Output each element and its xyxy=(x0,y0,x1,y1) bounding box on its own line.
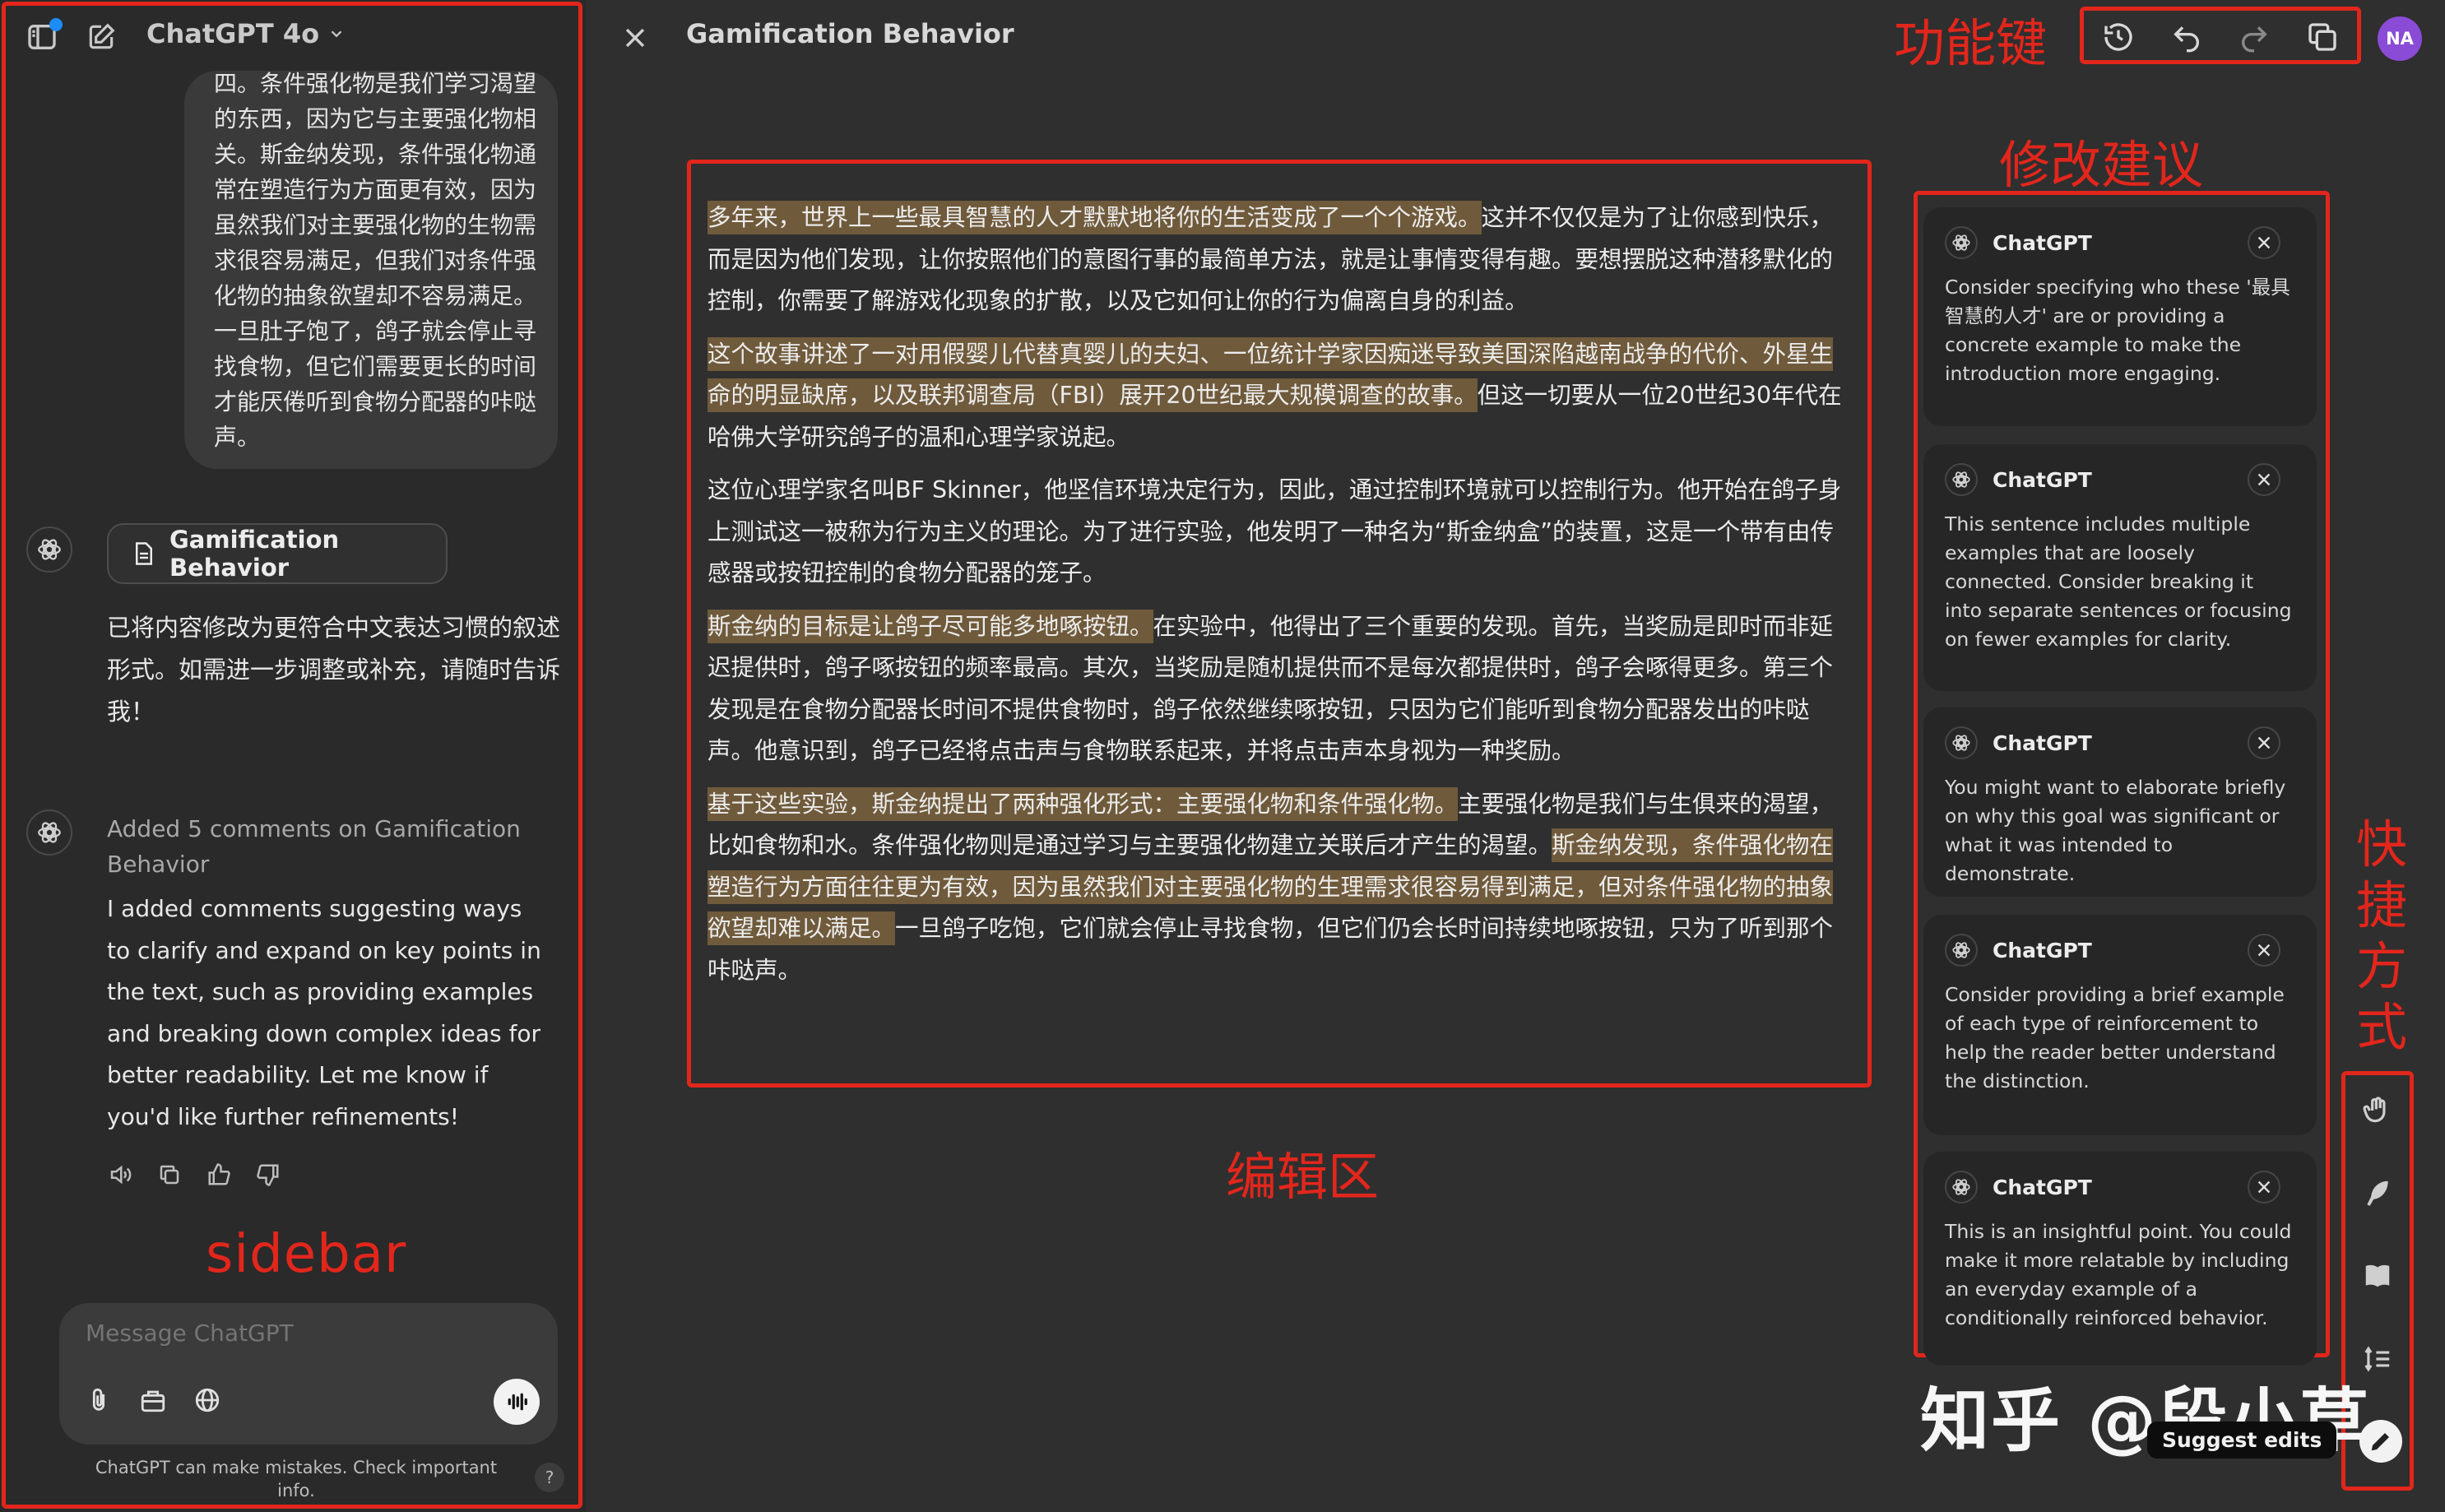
assistant-reply-1: 已将内容修改为更符合中文表达习惯的叙述形式。如需进一步调整或补充，请随时告诉我！ xyxy=(107,614,561,726)
close-canvas-button[interactable] xyxy=(615,18,655,58)
chevron-down-icon xyxy=(327,25,346,43)
help-button[interactable]: ? xyxy=(535,1463,564,1492)
close-icon xyxy=(625,28,645,48)
globe-icon[interactable] xyxy=(191,1384,224,1417)
thumbs-down-icon[interactable] xyxy=(255,1162,281,1188)
comment-text: You might want to elaborate briefly on w… xyxy=(1945,776,2286,885)
user-message-text: 四。条件强化物是我们学习渴望的东西，因为它与主要强化物相关。斯金纳发现，条件强化… xyxy=(214,71,537,451)
close-icon[interactable] xyxy=(2248,1171,2280,1204)
suggest-edits-button[interactable] xyxy=(2359,1420,2402,1463)
thumbs-up-icon[interactable] xyxy=(206,1162,232,1188)
new-chat-button[interactable] xyxy=(82,18,120,56)
editor-paragraph[interactable]: 多年来，世界上一些最具智慧的人才默默地将你的生活变成了一个个游戏。这并不仅仅是为… xyxy=(708,197,1854,322)
document-editor[interactable]: 多年来，世界上一些最具智慧的人才默默地将你的生活变成了一个个游戏。这并不仅仅是为… xyxy=(708,197,1854,1003)
reading-level-shortcut-button[interactable] xyxy=(2355,1252,2401,1298)
doc-chip-label: Gamification Behavior xyxy=(169,526,340,582)
comment-header: ChatGPT xyxy=(1945,726,2295,760)
read-aloud-icon[interactable] xyxy=(107,1162,133,1188)
message-actions xyxy=(107,1162,281,1188)
comment-text: This sentence includes multiple examples… xyxy=(1945,513,2292,651)
highlighted-text[interactable]: 多年来，世界上一些最具智慧的人才默默地将你的生活变成了一个个游戏。 xyxy=(708,201,1482,234)
editor-paragraph[interactable]: 基于这些实验，斯金纳提出了两种强化形式：主要强化物和条件强化物。主要强化物是我们… xyxy=(708,784,1854,992)
user-message-bubble: 四。条件强化物是我们学习渴望的东西，因为它与主要强化物相关。斯金纳发现，条件强化… xyxy=(184,71,558,469)
annotation-editor: 编辑区 xyxy=(1226,1147,1380,1207)
model-name: ChatGPT 4o xyxy=(146,18,320,49)
editor-paragraph[interactable]: 这位心理学家名叫BF Skinner，他坚信环境决定行为，因此，通过控制环境就可… xyxy=(708,470,1854,595)
openai-logo-icon xyxy=(1945,463,1978,496)
waveform-icon xyxy=(504,1389,529,1414)
annotation-sidebar: sidebar xyxy=(206,1224,407,1285)
polish-shortcut-button[interactable] xyxy=(2355,1170,2401,1216)
copy-document-icon[interactable] xyxy=(2303,18,2341,56)
canvas-toolbar xyxy=(2085,12,2356,63)
comment-card[interactable]: ChatGPT Consider specifying who these '最具… xyxy=(1923,207,2317,426)
close-icon[interactable] xyxy=(2248,226,2280,259)
text-segment: 这位心理学家名叫BF Skinner，他坚信环境决定行为，因此，通过控制环境就可… xyxy=(708,476,1842,587)
disclaimer: ChatGPT can make mistakes. Check importa… xyxy=(95,1458,498,1500)
composer-tools xyxy=(82,1384,224,1417)
openai-logo-icon xyxy=(1945,934,1978,967)
comment-card[interactable]: ChatGPT Consider providing a brief exampl… xyxy=(1923,915,2317,1135)
undo-icon[interactable] xyxy=(2168,18,2206,56)
editor-paragraph[interactable]: 这个故事讲述了一对用假婴儿代替真婴儿的夫妇、一位统计学家因痴迷导致美国深陷越南战… xyxy=(708,334,1854,459)
chatgpt-avatar xyxy=(26,526,72,573)
book-icon xyxy=(2362,1259,2393,1291)
emoji-shortcut-button[interactable] xyxy=(2355,1088,2401,1134)
comment-header: ChatGPT xyxy=(1945,225,2295,260)
redo-icon[interactable] xyxy=(2235,18,2273,56)
sidebar-toggle-button[interactable] xyxy=(23,18,63,56)
highlighted-text[interactable]: 斯金纳的目标是让鸽子尽可能多地啄按钮。 xyxy=(708,609,1153,643)
comment-text: Consider specifying who these '最具智慧的人才' … xyxy=(1945,276,2290,385)
composer xyxy=(59,1303,558,1445)
history-icon[interactable] xyxy=(2099,18,2137,56)
feather-icon xyxy=(2362,1177,2393,1208)
user-avatar[interactable]: NA xyxy=(2378,16,2422,61)
close-icon[interactable] xyxy=(2248,463,2280,496)
comment-card[interactable]: ChatGPT This sentence includes multiple e… xyxy=(1923,444,2317,691)
added-comments-status: Added 5 comments on Gamification Behavio… xyxy=(107,815,521,878)
comment-author: ChatGPT xyxy=(1993,730,2092,755)
toolbox-icon[interactable] xyxy=(137,1384,169,1417)
comment-text: This is an insightful point. You could m… xyxy=(1945,1220,2292,1329)
canvas-title: Gamification Behavior xyxy=(686,18,1014,49)
close-icon[interactable] xyxy=(2248,934,2280,967)
openai-logo-icon xyxy=(35,536,63,564)
openai-logo-icon xyxy=(1945,226,1978,259)
hand-icon xyxy=(2362,1095,2393,1126)
annotation-function-keys: 功能键 xyxy=(1894,13,2048,73)
copy-icon[interactable] xyxy=(156,1162,183,1188)
suggest-edits-tooltip: Suggest edits xyxy=(2147,1422,2337,1459)
assistant-reply-2: I added comments suggesting ways to clar… xyxy=(107,895,541,1130)
close-icon[interactable] xyxy=(2248,726,2280,759)
edit-icon xyxy=(86,21,117,53)
openai-logo-icon xyxy=(1945,1171,1978,1204)
comment-text: Consider providing a brief example of ea… xyxy=(1945,983,2285,1092)
comment-card[interactable]: ChatGPT This is an insightful point. You … xyxy=(1923,1152,2317,1366)
editor-paragraph[interactable]: 斯金纳的目标是让鸽子尽可能多地啄按钮。在实验中，他得出了三个重要的发现。首先，当… xyxy=(708,606,1854,772)
annotation-suggestions: 修改建议 xyxy=(1999,135,2204,195)
attach-icon[interactable] xyxy=(82,1384,115,1417)
openai-logo-icon xyxy=(1945,726,1978,759)
chatgpt-avatar-2 xyxy=(26,809,72,856)
comment-header: ChatGPT xyxy=(1945,933,2295,967)
voice-mode-button[interactable] xyxy=(494,1379,540,1425)
annotation-shortcuts: 快捷方式 xyxy=(2355,814,2407,1057)
model-selector[interactable]: ChatGPT 4o xyxy=(146,18,346,49)
comment-header: ChatGPT xyxy=(1945,1170,2295,1204)
sidebar: ChatGPT 4o 四。条件强化物是我们学习渴望的东西，因为它与主要强化物相关… xyxy=(0,0,586,1512)
comment-card[interactable]: ChatGPT You might want to elaborate brief… xyxy=(1923,707,2317,897)
document-icon xyxy=(133,541,155,566)
canvas-document-chip[interactable]: Gamification Behavior xyxy=(107,523,448,584)
comment-author: ChatGPT xyxy=(1993,230,2092,255)
notification-dot xyxy=(49,18,63,31)
openai-logo-icon xyxy=(35,819,63,846)
highlighted-text[interactable]: 基于这些实验，斯金纳提出了两种强化形式：主要强化物和条件强化物。 xyxy=(708,786,1459,821)
comment-author: ChatGPT xyxy=(1993,1175,2092,1199)
comment-header: ChatGPT xyxy=(1945,462,2295,497)
message-input[interactable] xyxy=(86,1320,480,1347)
pencil-icon xyxy=(2368,1429,2393,1454)
comment-author: ChatGPT xyxy=(1993,938,2092,962)
comment-author: ChatGPT xyxy=(1993,467,2092,492)
